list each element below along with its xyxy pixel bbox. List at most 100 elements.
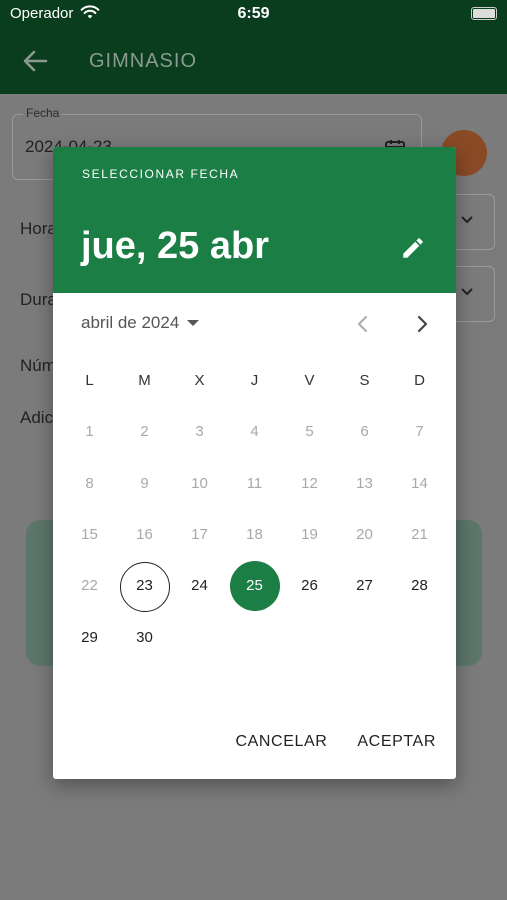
day-cell: 10 [172, 458, 227, 509]
date-field-label: Fecha [23, 106, 63, 120]
day-number: 14 [411, 474, 428, 492]
day-cell: 22 [62, 560, 117, 611]
day-number: 29 [81, 628, 98, 646]
weekday-label: J [250, 372, 259, 390]
day-number: 22 [81, 577, 98, 595]
day-number: 26 [301, 577, 318, 595]
day-cell: 12 [282, 458, 337, 509]
dialog-header: SELECCIONAR FECHA jue, 25 abr [53, 147, 456, 293]
day-cell-selected[interactable]: 25 [227, 560, 282, 611]
calendar-week-row: 1 2 3 4 5 6 7 [62, 406, 447, 457]
day-number: 20 [356, 526, 373, 544]
weekday-label: L [85, 372, 94, 390]
month-navigation: abril de 2024 [53, 307, 456, 341]
day-cell: 11 [227, 458, 282, 509]
day-cell: 5 [282, 406, 337, 457]
battery-icon [471, 7, 497, 20]
day-cell: 16 [117, 509, 172, 560]
clock: 6:59 [237, 5, 270, 22]
number-label: Núm [20, 356, 56, 375]
calendar-grid: LMXJVSD 1 2 3 4 5 6 7 8 9 10 11 12 13 14 15 16 17 18 19 20 2… [62, 355, 447, 663]
day-number: 8 [85, 474, 94, 492]
calendar-week-row: 29 30 [62, 611, 447, 662]
day-cell[interactable]: 28 [392, 560, 447, 611]
page-title: GIMNASIO [89, 50, 198, 72]
calendar-week-row: 8 9 10 11 12 13 14 [62, 458, 447, 509]
calendar-week-row: 15 16 17 18 19 20 21 [62, 509, 447, 560]
day-number: 5 [305, 423, 314, 441]
calendar-weeks: 1 2 3 4 5 6 7 8 9 10 11 12 13 14 15 16 17 18 19 20 21 22 23 24 2… [62, 406, 447, 662]
day-number: 2 [140, 423, 149, 441]
day-cell: 14 [392, 458, 447, 509]
day-cell[interactable]: 24 [172, 560, 227, 611]
day-cell: 8 [62, 458, 117, 509]
date-picker-dialog: SELECCIONAR FECHA jue, 25 abr abril de 2… [53, 147, 456, 779]
weekday-header-row: LMXJVSD [62, 355, 447, 406]
day-cell: 1 [62, 406, 117, 457]
weekday-label: D [414, 372, 425, 390]
day-number: 23 [136, 577, 153, 595]
empty-day-cell [337, 611, 392, 662]
day-cell: 3 [172, 406, 227, 457]
day-number: 24 [191, 577, 208, 595]
day-cell: 6 [337, 406, 392, 457]
day-number: 19 [301, 526, 318, 544]
selected-date-heading: jue, 25 abr [81, 225, 269, 267]
dialog-help-text: SELECCIONAR FECHA [82, 167, 240, 181]
empty-day-cell [282, 611, 337, 662]
dropdown-arrow-icon [461, 216, 473, 224]
dropdown-arrow-icon [461, 288, 473, 296]
day-cell[interactable]: 30 [117, 611, 172, 662]
empty-day-cell [172, 611, 227, 662]
day-number: 10 [191, 474, 208, 492]
day-number: 4 [250, 423, 259, 441]
calendar-week-row: 22 23 24 25 26 27 28 [62, 560, 447, 612]
month-year-label: abril de 2024 [81, 313, 180, 332]
day-number: 28 [411, 577, 428, 595]
day-cell: 17 [172, 509, 227, 560]
day-cell: 19 [282, 509, 337, 560]
dialog-actions: CANCELAR ACEPTAR [235, 733, 436, 751]
empty-day-cell [392, 611, 447, 662]
day-number: 30 [136, 628, 153, 646]
day-number: 1 [85, 423, 94, 441]
day-number: 12 [301, 474, 318, 492]
day-number: 13 [356, 474, 373, 492]
day-number: 27 [356, 577, 373, 595]
weekday-label: V [304, 372, 315, 390]
back-arrow-icon[interactable] [20, 46, 50, 76]
day-cell[interactable]: 26 [282, 560, 337, 611]
day-cell: 15 [62, 509, 117, 560]
month-year-selector[interactable]: abril de 2024 [81, 313, 200, 333]
day-number: 11 [246, 474, 263, 492]
weekday-label: X [194, 372, 205, 390]
day-cell-today[interactable]: 23 [117, 560, 172, 612]
day-number: 6 [360, 423, 369, 441]
day-number: 16 [136, 526, 153, 544]
empty-day-cell [227, 611, 282, 662]
chevron-left-icon[interactable] [348, 309, 378, 339]
chevron-right-icon[interactable] [407, 309, 437, 339]
day-number: 9 [140, 474, 149, 492]
weekday-label: M [138, 372, 151, 390]
weekday-label: S [359, 372, 370, 390]
status-bar: Operador 6:59 [0, 0, 507, 28]
additional-label: Adic [20, 408, 54, 427]
edit-pencil-icon[interactable] [400, 235, 426, 261]
day-number: 18 [246, 526, 263, 544]
day-number: 17 [191, 526, 208, 544]
cancel-button[interactable]: CANCELAR [235, 733, 327, 751]
accept-button[interactable]: ACEPTAR [357, 733, 436, 751]
day-cell: 7 [392, 406, 447, 457]
day-cell[interactable]: 29 [62, 611, 117, 662]
day-cell[interactable]: 27 [337, 560, 392, 611]
day-cell: 2 [117, 406, 172, 457]
hour-label: Hora [20, 219, 57, 238]
duration-label: Dura [20, 290, 57, 309]
day-number: 25 [246, 577, 263, 595]
day-cell: 20 [337, 509, 392, 560]
day-number: 3 [195, 423, 204, 441]
day-cell: 9 [117, 458, 172, 509]
day-number: 7 [415, 423, 424, 441]
app-bar: GIMNASIO [0, 28, 507, 94]
